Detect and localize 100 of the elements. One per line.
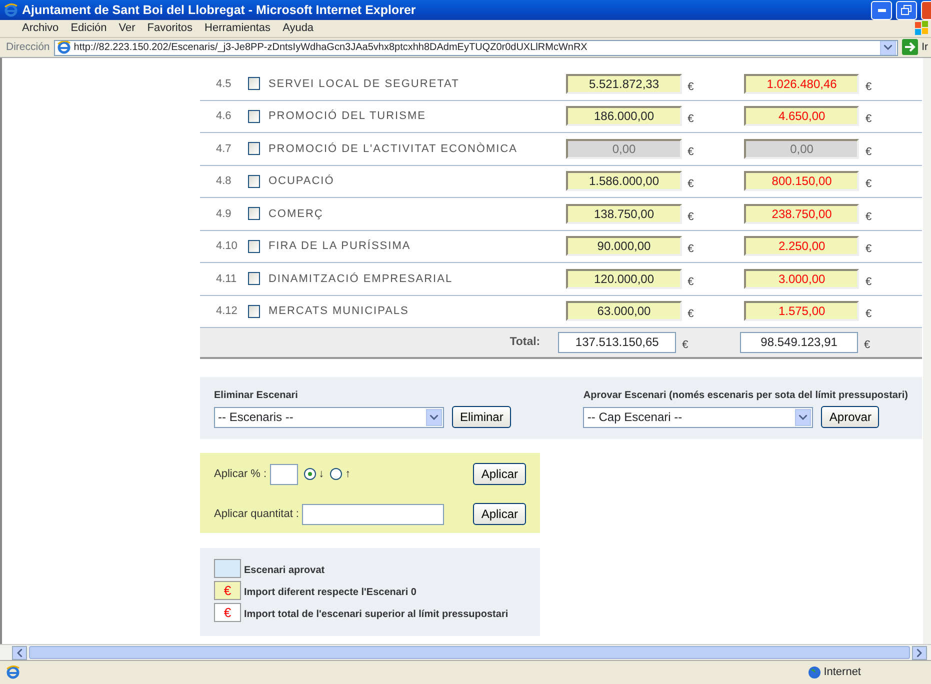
action-button[interactable]: Eliminar	[452, 406, 512, 428]
select-value: -- Cap Escenari --	[587, 409, 682, 426]
row-label: COMERÇ	[268, 206, 324, 222]
window-title: Ajuntament de Sant Boi del Llobregat - Microsoft Internet Explorer	[22, 2, 417, 19]
apply-button[interactable]: Aplicar	[473, 503, 526, 525]
restore-button[interactable]	[896, 0, 917, 20]
currency-symbol: €	[686, 80, 695, 94]
scenario-select[interactable]: -- Escenaris --	[214, 406, 444, 428]
currency-symbol: €	[863, 338, 872, 354]
windows-logo-icon	[915, 20, 929, 37]
checkbox[interactable]	[248, 174, 260, 188]
row-number: 4.9	[215, 206, 232, 222]
currency-symbol: €	[686, 177, 695, 192]
row-number: 4.5	[215, 76, 232, 92]
menu-item[interactable]: Favoritos	[147, 20, 193, 37]
currency-symbol: €	[686, 210, 695, 224]
address-field[interactable]: http://82.223.150.202/Escenaris/_j3-Je8PP-zDntsIyWdhaGcn3JAa5vhx8ptcxhh8DAdmEyTUQZ0r0dUXLlRMcWnRX	[54, 40, 898, 56]
amount-field[interactable]: 1.026.480,46	[744, 74, 860, 94]
minimize-icon	[878, 8, 886, 12]
row-label: DINAMITZACIÓ EMPRESARIAL	[268, 272, 454, 286]
amount-input[interactable]	[302, 504, 444, 524]
page-icon	[56, 40, 71, 54]
amount-field[interactable]: 4.650,00	[744, 106, 860, 126]
total-field[interactable]: 137.513.150,65	[558, 332, 676, 353]
currency-symbol: €	[681, 338, 690, 354]
amount-field[interactable]: 186.000,00	[566, 106, 682, 126]
menu-item[interactable]: Archivo	[22, 20, 59, 37]
total-field[interactable]: 98.549.123,91	[740, 332, 858, 353]
row-label: SERVEI LOCAL DE SEGURETAT	[268, 76, 460, 92]
checkbox[interactable]	[248, 207, 260, 220]
menu-item[interactable]: Edición	[70, 20, 107, 37]
checkbox[interactable]	[248, 77, 260, 90]
globe-icon	[808, 664, 821, 681]
currency-symbol: €	[864, 210, 873, 224]
amount-field[interactable]: 2.250,00	[744, 236, 860, 256]
amount-field[interactable]: 120.000,00	[566, 268, 682, 289]
row-label: FIRA DE LA PURÍSSIMA	[268, 238, 412, 254]
zone-label: Internet	[824, 665, 861, 680]
checkbox[interactable]	[248, 110, 260, 123]
amount-field[interactable]: 238.750,00	[744, 204, 860, 224]
currency-symbol: €	[864, 144, 873, 160]
amount-field[interactable]: 3.000,00	[744, 268, 860, 289]
amount-field[interactable]: 800.150,00	[744, 171, 860, 192]
scroll-right-icon[interactable]	[912, 646, 927, 660]
horizontal-scrollbar[interactable]	[0, 644, 931, 660]
amount-field[interactable]: 5.521.872,33	[566, 74, 682, 94]
checkbox[interactable]	[248, 304, 260, 318]
currency-symbol: €	[864, 274, 873, 290]
go-button[interactable]: Ir	[922, 40, 931, 56]
amount-field[interactable]: 90.000,00	[566, 236, 682, 256]
row-label: OCUPACIÓ	[268, 174, 336, 189]
amount-field: 0,00	[566, 138, 682, 159]
close-button[interactable]	[921, 0, 931, 20]
restore-icon	[901, 5, 912, 15]
section-title: Aprovar Escenari (només escenaris per sota del límit pressupostari)	[583, 389, 908, 403]
currency-symbol: €	[864, 177, 873, 192]
row-label: PROMOCIÓ DEL TURISME	[268, 108, 427, 124]
row-label: MERCATS MUNICIPALS	[268, 304, 410, 319]
radio-label: ↓	[318, 466, 324, 482]
menu-item[interactable]: Ayuda	[282, 20, 314, 37]
scenario-select[interactable]: -- Cap Escenari --	[583, 406, 814, 428]
select-value: -- Escenaris --	[218, 409, 294, 426]
field-label: Aplicar % :	[214, 466, 267, 482]
amount-field: 0,00	[744, 138, 860, 159]
amount-field[interactable]: 1.586.000,00	[566, 171, 682, 192]
field-label: Aplicar quantitat :	[214, 506, 299, 522]
row-number: 4.11	[215, 272, 238, 286]
menu-item[interactable]: Ver	[118, 20, 136, 37]
address-label: Dirección	[6, 40, 50, 55]
minimize-button[interactable]	[871, 0, 892, 20]
row-number: 4.10	[215, 239, 238, 254]
amount-field[interactable]: 138.750,00	[566, 204, 682, 224]
ie-logo-icon	[4, 0, 18, 20]
amount-field[interactable]: 1.575,00	[744, 301, 860, 322]
page-icon	[6, 664, 20, 681]
radio-button[interactable]	[330, 468, 342, 480]
amount-field[interactable]: 63.000,00	[566, 301, 682, 322]
scroll-left-icon[interactable]	[12, 646, 27, 660]
legend-swatch: €	[214, 603, 241, 622]
row-number: 4.6	[215, 109, 232, 124]
percent-field[interactable]	[270, 464, 298, 484]
radio-button[interactable]	[304, 468, 316, 480]
apply-button[interactable]: Aplicar	[473, 463, 526, 485]
currency-symbol: €	[686, 242, 695, 257]
radio-label: ↑	[345, 466, 351, 482]
row-number: 4.7	[215, 142, 232, 156]
currency-symbol: €	[864, 80, 873, 94]
currency-symbol: €	[686, 144, 695, 160]
row-number: 4.12	[215, 304, 238, 319]
currency-symbol: €	[686, 112, 695, 127]
row-label: PROMOCIÓ DE L'ACTIVITAT ECONÒMICA	[268, 142, 518, 156]
legend-label: Import diferent respecte l'Escenari 0	[244, 586, 416, 600]
action-button[interactable]: Aprovar	[821, 406, 880, 428]
checkbox[interactable]	[248, 272, 260, 286]
legend-swatch	[214, 559, 241, 578]
row-number: 4.8	[215, 174, 232, 189]
legend-swatch: €	[214, 581, 241, 600]
checkbox[interactable]	[248, 240, 260, 253]
currency-symbol: €	[686, 307, 695, 322]
menu-item[interactable]: Herramientas	[204, 20, 271, 37]
